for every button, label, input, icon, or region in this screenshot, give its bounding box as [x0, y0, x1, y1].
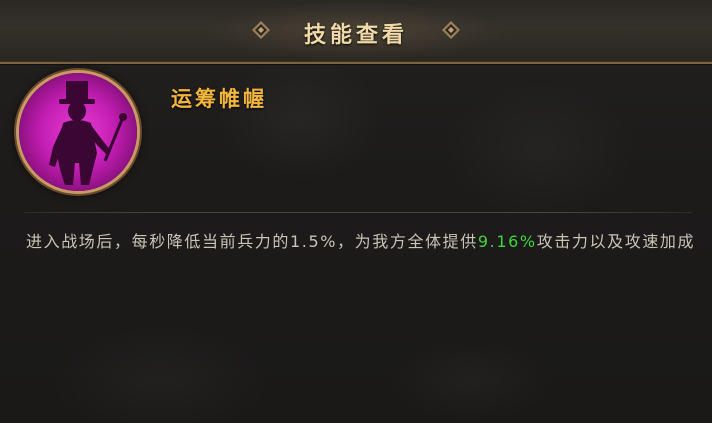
- description-text: ，为我方全体提供: [337, 232, 478, 251]
- diamond-ornament-icon: [442, 21, 460, 39]
- skill-name: 运筹帷幄: [171, 86, 267, 111]
- description-highlight-value: 9.16%: [477, 232, 537, 251]
- skill-view-panel: 技能查看 运筹帷幄 进入战场后，每秒降低当前兵力的1.5%，为我方全体提供9.1…: [0, 0, 712, 423]
- panel-header: 技能查看: [0, 0, 712, 64]
- description-value: 1.5%: [290, 232, 338, 251]
- description-text: 进入战场后，每秒降低当前兵力的: [26, 232, 291, 251]
- divider: [24, 212, 692, 213]
- skill-description: 进入战场后，每秒降低当前兵力的1.5%，为我方全体提供9.16%攻击力以及攻速加…: [26, 228, 706, 255]
- page-title: 技能查看: [303, 22, 408, 48]
- description-text: 攻击力以及攻速加成: [536, 232, 696, 251]
- hero-silhouette-skill-icon: [19, 73, 137, 191]
